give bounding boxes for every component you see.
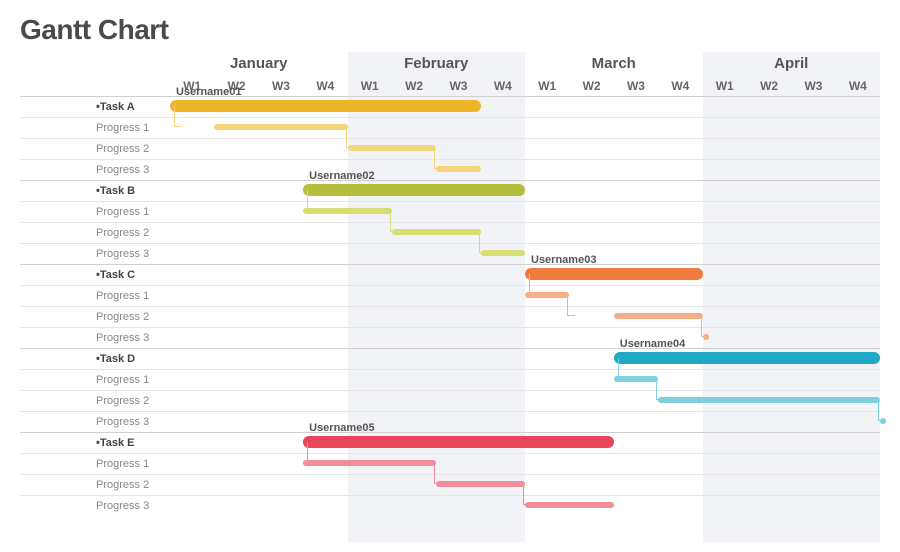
progress-bar [614,376,658,382]
month-header: JanuaryFebruaryMarchApril [170,52,880,76]
progress-label: Progress 2 [96,475,170,496]
week-label: W4 [658,76,702,96]
progress-label: Progress 2 [96,139,170,160]
progress-bar [392,229,481,235]
progress-bar [303,460,436,466]
username-label: Username01 [176,86,241,98]
progress-label: Progress 1 [96,118,170,139]
week-label: W3 [259,76,303,96]
month-label: March [525,52,703,76]
task-label: •Task B [96,181,170,202]
week-label: W1 [703,76,747,96]
week-label: W3 [791,76,835,96]
progress-label: Progress 3 [96,244,170,265]
bars-layer: Username01Username02Username03Username04… [170,96,880,542]
progress-bar [525,502,614,508]
progress-label: Progress 2 [96,391,170,412]
progress-label: Progress 3 [96,412,170,433]
week-header: W1W2W3W4W1W2W3W4W1W2W3W4W1W2W3W4 [170,76,880,96]
progress-bar [525,292,569,298]
month-label: January [170,52,348,76]
month-label: February [348,52,526,76]
gantt-chart: JanuaryFebruaryMarchApril W1W2W3W4W1W2W3… [20,52,880,542]
week-label: W3 [436,76,480,96]
progress-bar [880,418,886,424]
progress-label: Progress 1 [96,370,170,391]
task-bar [170,100,481,112]
connector-line [567,295,575,316]
task-label: •Task E [96,433,170,454]
task-bar [303,436,614,448]
task-bar [614,352,880,364]
task-bar [525,268,703,280]
week-label: W4 [836,76,880,96]
progress-label: Progress 3 [96,160,170,181]
week-label: W4 [303,76,347,96]
progress-bar [214,124,347,130]
progress-bar [436,481,525,487]
progress-label: Progress 3 [96,496,170,517]
week-label: W4 [481,76,525,96]
username-label: Username02 [309,170,374,182]
task-label: •Task C [96,265,170,286]
week-label: W1 [525,76,569,96]
progress-label: Progress 2 [96,307,170,328]
username-label: Username03 [531,254,596,266]
progress-bar [658,397,880,403]
progress-bar [703,334,709,340]
task-label: •Task D [96,349,170,370]
progress-label: Progress 1 [96,454,170,475]
week-label: W1 [348,76,392,96]
chart-title: Gantt Chart [20,14,880,46]
week-label: W2 [747,76,791,96]
connector-line [174,106,182,127]
task-label: •Task A [96,97,170,118]
week-label: W2 [392,76,436,96]
progress-bar [436,166,480,172]
month-label: April [703,52,881,76]
progress-bar [348,145,437,151]
progress-bar [303,208,392,214]
progress-label: Progress 1 [96,202,170,223]
progress-label: Progress 2 [96,223,170,244]
username-label: Username04 [620,338,685,350]
task-bar [303,184,525,196]
progress-label: Progress 1 [96,286,170,307]
week-label: W2 [569,76,613,96]
week-label: W3 [614,76,658,96]
username-label: Username05 [309,422,374,434]
progress-label: Progress 3 [96,328,170,349]
progress-bar [614,313,703,319]
progress-bar [481,250,525,256]
